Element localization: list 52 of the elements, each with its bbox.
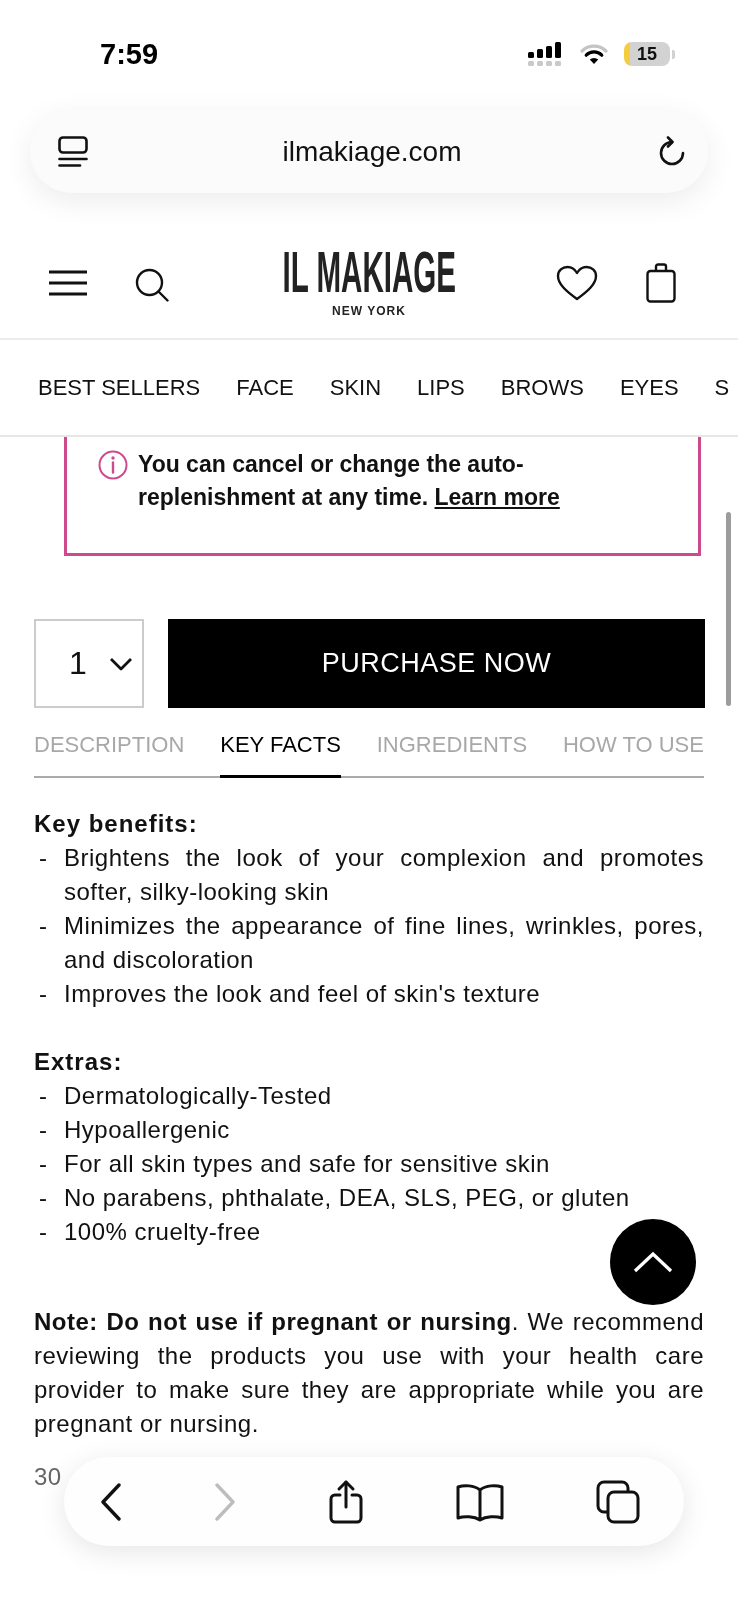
notice-text: You can cancel or change the auto-replenishment at any time. Learn more [138, 450, 561, 512]
list-item-text: Dermatologically-Tested [64, 1081, 332, 1111]
list-item-text: For all skin types and safe for sensitive skin [64, 1149, 550, 1179]
list-dash: - [39, 1183, 49, 1213]
purchase-button[interactable]: PURCHASE NOW [168, 619, 705, 708]
list-dash: - [39, 843, 49, 873]
list-item-text: 100% cruelty-free [64, 1217, 261, 1247]
tab[interactable]: KEY FACTS [220, 723, 341, 778]
nav-link[interactable]: BEST SELLERS [38, 374, 201, 401]
nav-link[interactable]: EYES [619, 374, 679, 401]
battery-indicator: 15 [624, 42, 675, 66]
wifi-icon [579, 43, 609, 65]
list-dash: - [39, 911, 49, 941]
list-item-text: Improves the look and feel of skin's texture [64, 979, 541, 1009]
chevron-down-icon [108, 656, 133, 671]
chevron-left-icon[interactable] [100, 1482, 122, 1521]
list-item-text: Hypoallergenic [64, 1115, 230, 1145]
open-book-icon[interactable] [456, 1481, 504, 1522]
nav-link[interactable]: LIPS [417, 374, 465, 401]
nav-link[interactable]: BROWS [500, 374, 584, 401]
nav-link[interactable]: FACE [236, 374, 294, 401]
heart-icon[interactable] [556, 265, 598, 301]
status-time: 7:59 [100, 37, 159, 72]
share-icon[interactable] [328, 1479, 364, 1524]
size-text: 30 [34, 1462, 62, 1492]
address-bar[interactable]: ilmakiage.com [30, 110, 708, 193]
section-heading: Extras: [34, 1047, 123, 1077]
search-icon[interactable] [135, 268, 169, 302]
menu-icon[interactable] [49, 270, 87, 296]
overlapping-squares-icon[interactable] [596, 1479, 640, 1524]
chevron-up-icon [633, 1251, 673, 1273]
list-item-text: No parabens, phthalate, DEA, SLS, PEG, or gluten [64, 1183, 630, 1213]
list-dash: - [39, 1217, 49, 1247]
quantity-select[interactable]: 1 [34, 619, 144, 708]
list-dash: - [39, 1115, 49, 1145]
note-text: Note: Do not use if pregnant or nursing. We recommend reviewing the products you use with your health care provider to make sure they are appropriate while you are pregnant or nursing. [34, 1307, 704, 1439]
list-dash: - [39, 1149, 49, 1179]
list-dash: - [39, 1081, 49, 1111]
logo-tagline: NEW YORK [332, 303, 406, 318]
learn-more-link[interactable]: Learn more [434, 484, 560, 510]
url-text: ilmakiage.com [282, 135, 462, 168]
signal-icon [528, 42, 564, 66]
list-dash: - [39, 979, 49, 1009]
list-item-text: Minimizes the appearance of fine lines, wrinkles, pores, and discoloration [64, 911, 704, 975]
nav-link[interactable]: SKIN [329, 374, 382, 401]
info-icon [98, 450, 128, 480]
brand-logo[interactable]: IL MAKIAGE [282, 248, 456, 295]
list-item-text: Brightens the look of your complexion and promotes softer, silky-looking skin [64, 843, 704, 907]
nav-link[interactable]: S [714, 374, 730, 401]
section-heading: Key benefits: [34, 809, 198, 839]
reader-icon[interactable] [58, 135, 88, 168]
shopping-bag-icon[interactable] [646, 263, 676, 303]
